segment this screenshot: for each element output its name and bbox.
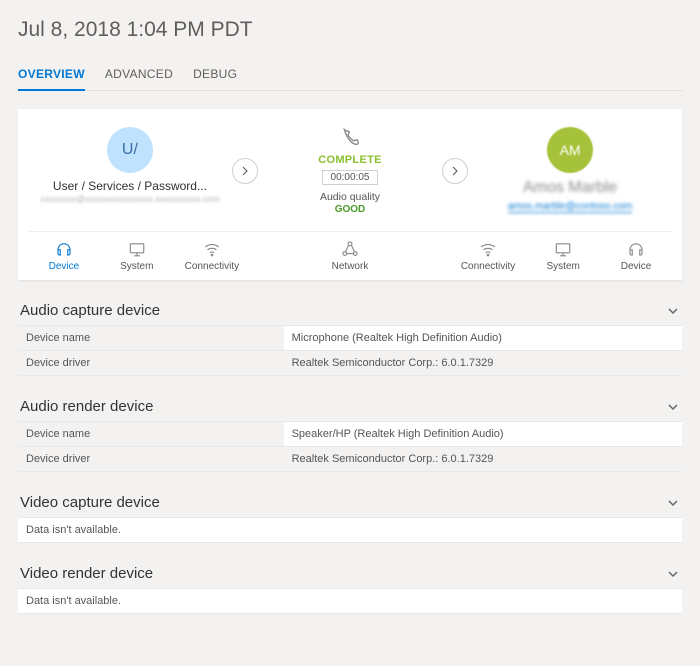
kv-row: Device nameSpeaker/HP (Realtek High Defi…	[18, 421, 682, 446]
section-title: Video capture device	[20, 494, 160, 511]
category-device[interactable]: Device	[611, 240, 661, 272]
chevron-right-button-left[interactable]	[232, 158, 258, 184]
kv-key: Device name	[18, 326, 284, 350]
category-connectivity[interactable]: Connectivity	[185, 240, 239, 272]
callee-email[interactable]: amos.marble@contoso.com	[508, 201, 633, 213]
category-label: Network	[332, 261, 369, 272]
category-label: System	[120, 261, 153, 272]
section-header[interactable]: Video capture device	[18, 494, 682, 517]
connectivity-icon	[202, 240, 222, 258]
chevron-down-icon	[666, 567, 680, 581]
kv-value: Speaker/HP (Realtek High Definition Audi…	[284, 422, 682, 446]
empty-message: Data isn't available.	[18, 518, 682, 542]
section-title: Audio capture device	[20, 302, 160, 319]
kv-value: Microphone (Realtek High Definition Audi…	[284, 326, 682, 350]
system-icon	[553, 240, 573, 258]
caller-avatar: U/	[107, 127, 153, 173]
category-device[interactable]: Device	[39, 240, 89, 272]
device-icon	[626, 240, 646, 258]
chevron-right-icon	[240, 164, 250, 179]
system-icon	[127, 240, 147, 258]
kv-row: Device driverRealtek Semiconductor Corp.…	[18, 350, 682, 376]
category-label: System	[547, 261, 580, 272]
phone-icon	[339, 127, 361, 149]
caller-name: User / Services / Password...	[32, 179, 228, 193]
audio-quality-label: Audio quality	[262, 191, 438, 203]
tab-advanced[interactable]: ADVANCED	[105, 61, 173, 91]
section: Video capture device Data isn't available…	[18, 494, 682, 543]
audio-quality-value: GOOD	[262, 204, 438, 215]
section-title: Audio render device	[20, 398, 153, 415]
callee-panel: AM Amos Marble amos.marble@contoso.com	[468, 127, 672, 215]
callee-name: Amos Marble	[472, 179, 668, 197]
chevron-down-icon	[666, 304, 680, 318]
kv-key: Device driver	[18, 351, 284, 375]
category-connectivity[interactable]: Connectivity	[461, 240, 515, 272]
section-header[interactable]: Audio render device	[18, 398, 682, 421]
chevron-right-icon	[450, 164, 460, 179]
call-duration: 00:00:05	[322, 170, 379, 185]
call-status: COMPLETE	[262, 154, 438, 166]
chevron-right-button-right[interactable]	[442, 158, 468, 184]
caller-panel: U/ User / Services / Password... xxxxxxx…	[28, 127, 232, 215]
category-label: Device	[49, 261, 80, 272]
section: Video render device Data isn't available.	[18, 565, 682, 614]
kv-row: Device nameMicrophone (Realtek High Defi…	[18, 325, 682, 350]
category-system[interactable]: System	[538, 240, 588, 272]
kv-key: Device driver	[18, 447, 284, 471]
kv-row-empty: Data isn't available.	[18, 517, 682, 543]
section: Audio capture device Device nameMicrophon…	[18, 302, 682, 376]
chevron-down-icon	[666, 496, 680, 510]
section-header[interactable]: Video render device	[18, 565, 682, 588]
network-icon	[340, 240, 360, 258]
category-network[interactable]: Network	[325, 240, 375, 272]
call-status-panel: COMPLETE 00:00:05 Audio quality GOOD	[258, 127, 442, 215]
empty-message: Data isn't available.	[18, 589, 682, 613]
tabs: OVERVIEW ADVANCED DEBUG	[18, 60, 682, 91]
section: Audio render device Device nameSpeaker/HP…	[18, 398, 682, 472]
category-label: Connectivity	[461, 261, 515, 272]
kv-value: Realtek Semiconductor Corp.: 6.0.1.7329	[284, 447, 682, 471]
category-label: Device	[621, 261, 652, 272]
category-label: Connectivity	[185, 261, 239, 272]
kv-row: Device driverRealtek Semiconductor Corp.…	[18, 446, 682, 472]
category-row: Device System Connectivity Network Connect…	[28, 231, 672, 272]
chevron-down-icon	[666, 400, 680, 414]
section-title: Video render device	[20, 565, 153, 582]
category-system[interactable]: System	[112, 240, 162, 272]
callee-avatar: AM	[547, 127, 593, 173]
caller-email: xxxxxxxx@xxxxxxxxxxxxxxx.xxxxxxxxxx.com	[32, 194, 228, 204]
device-icon	[54, 240, 74, 258]
call-summary-card: U/ User / Services / Password... xxxxxxx…	[18, 109, 682, 280]
tab-debug[interactable]: DEBUG	[193, 61, 237, 91]
tab-overview[interactable]: OVERVIEW	[18, 61, 85, 91]
connectivity-icon	[478, 240, 498, 258]
kv-row-empty: Data isn't available.	[18, 588, 682, 614]
section-header[interactable]: Audio capture device	[18, 302, 682, 325]
kv-key: Device name	[18, 422, 284, 446]
kv-value: Realtek Semiconductor Corp.: 6.0.1.7329	[284, 351, 682, 375]
page-title: Jul 8, 2018 1:04 PM PDT	[18, 18, 682, 42]
